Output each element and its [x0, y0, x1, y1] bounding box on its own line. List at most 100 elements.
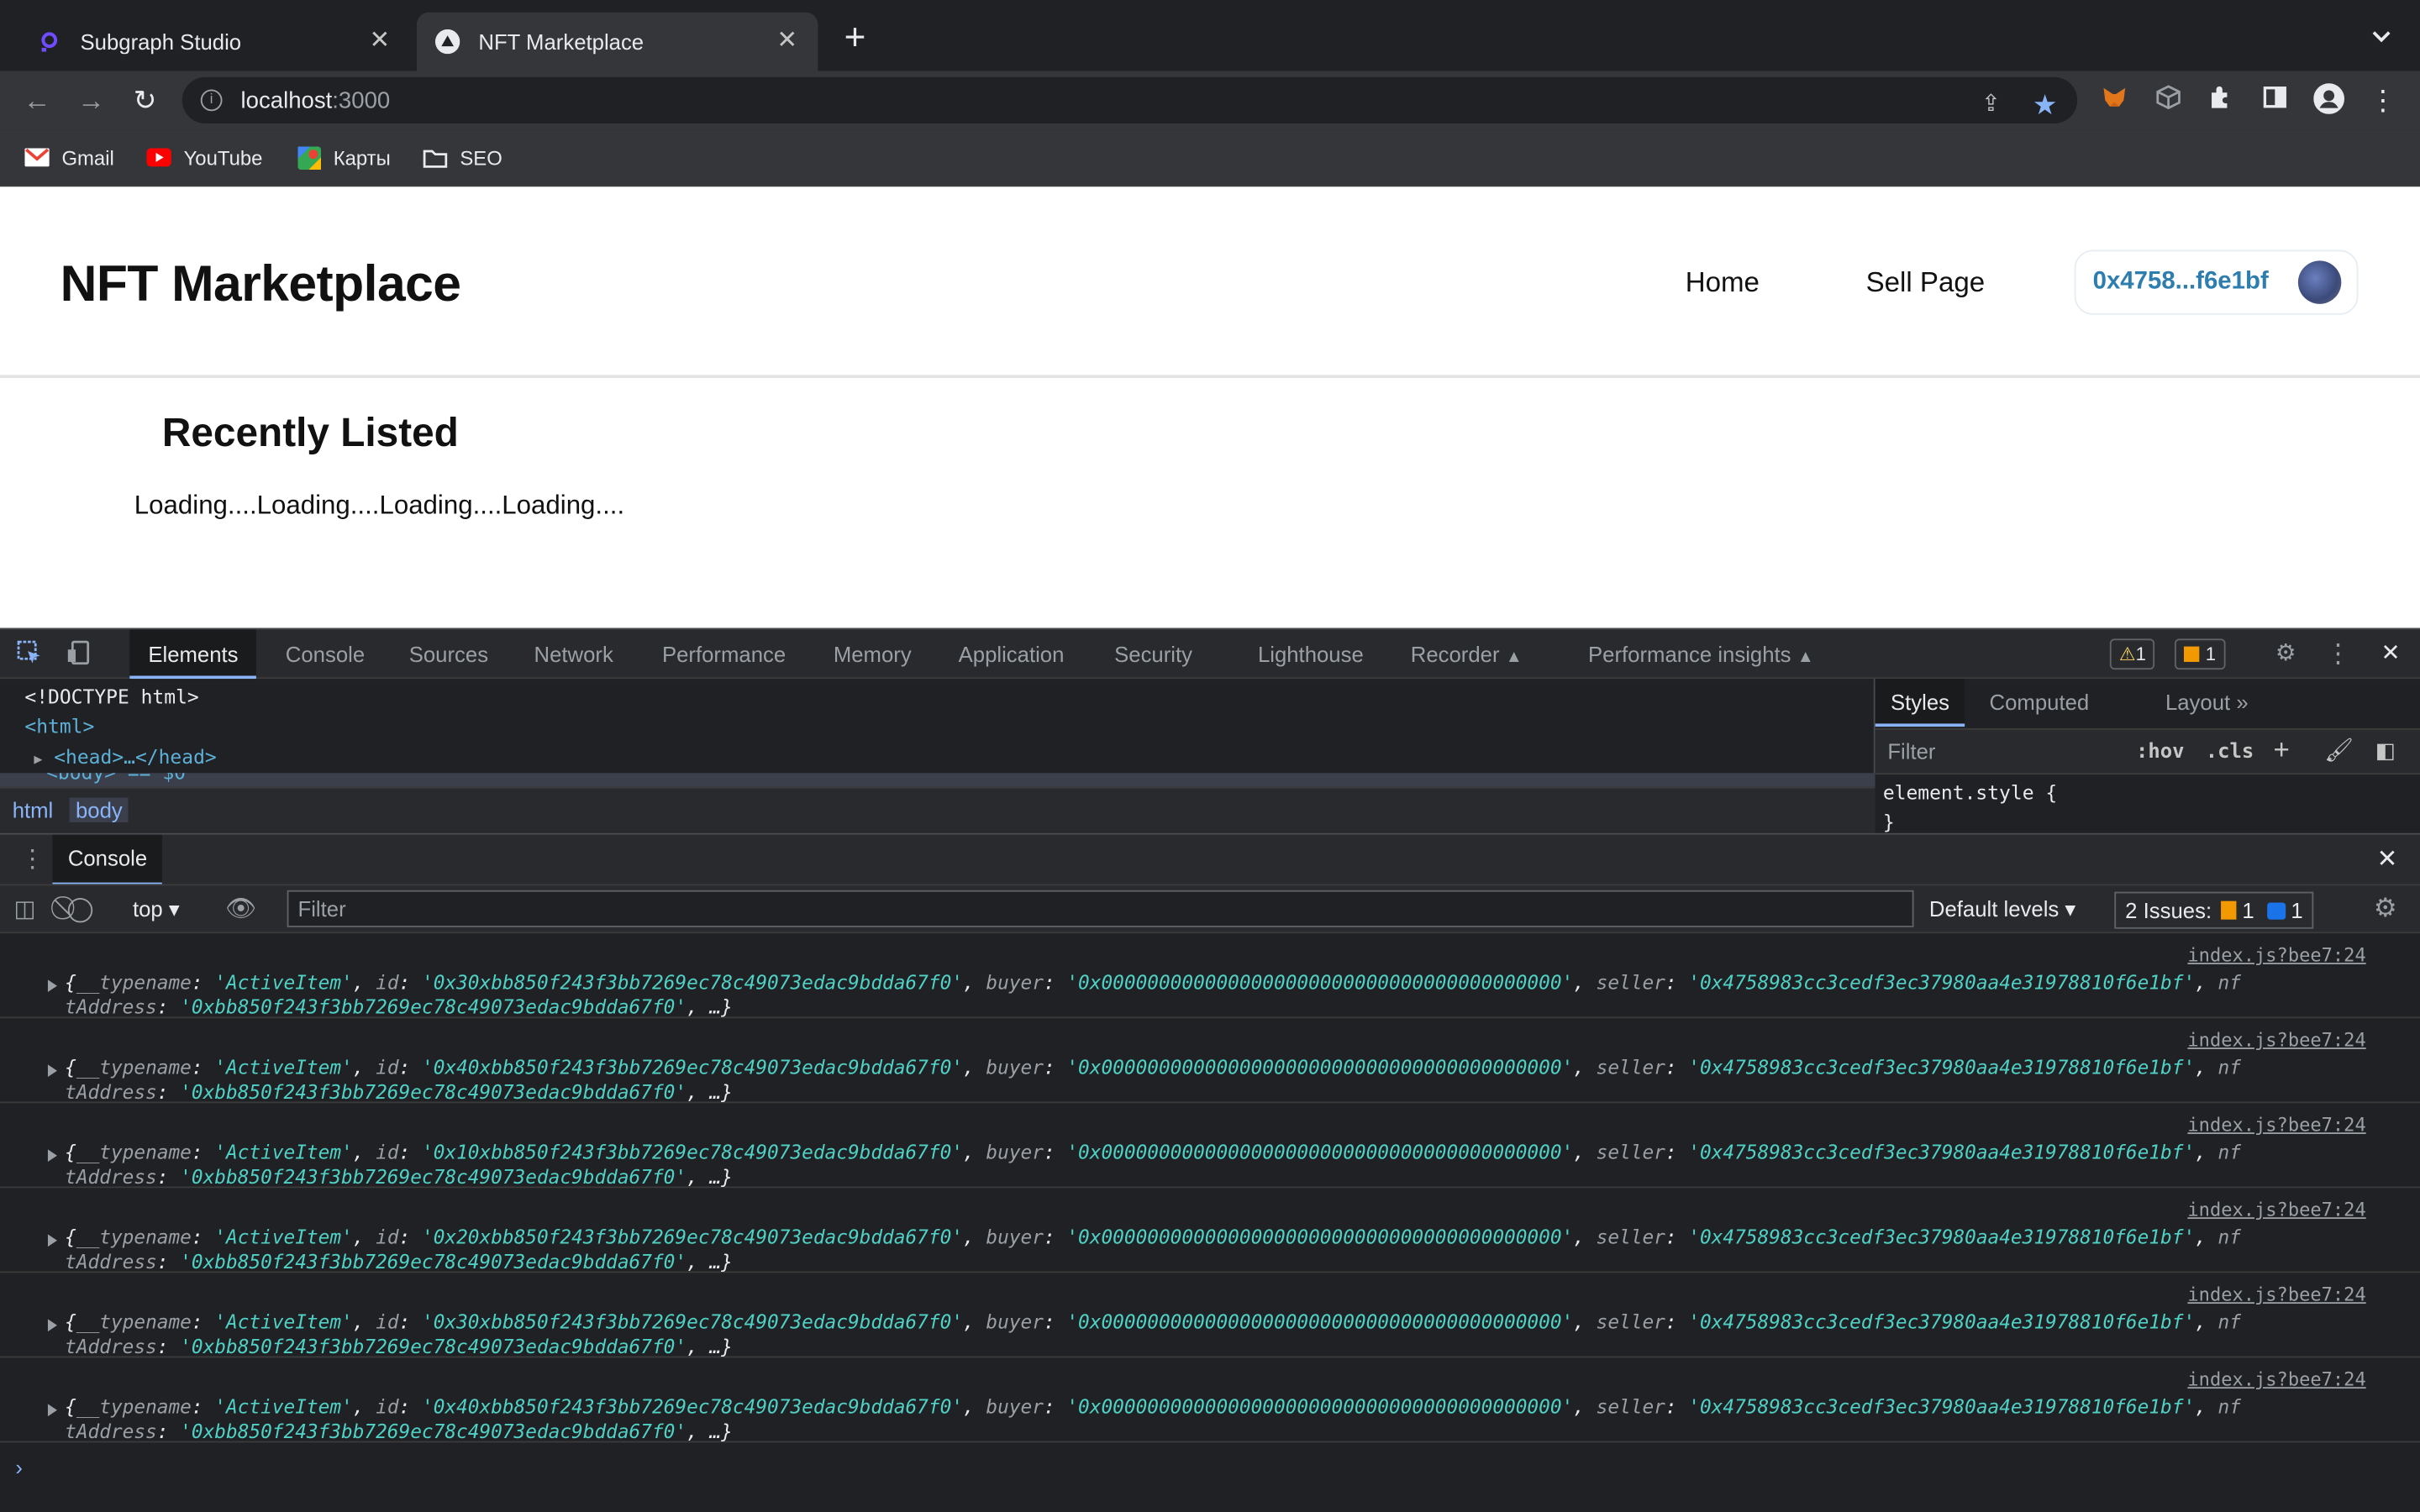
drawer-menu-icon[interactable]: ⋮	[20, 844, 45, 875]
console-log-row[interactable]: index.js?bee7:24 {__typename: 'ActiveIte…	[0, 1018, 2420, 1104]
log-source-link[interactable]: index.js?bee7:24	[2187, 1199, 2365, 1221]
share-icon[interactable]: ⇪	[1975, 90, 2007, 121]
cube-extension-icon[interactable]	[2151, 83, 2185, 117]
issue-info-icon	[2266, 902, 2286, 920]
devtools-menu-icon[interactable]: ⋮	[2321, 638, 2354, 669]
expand-triangle-icon[interactable]: ▶	[34, 753, 42, 768]
dom-line-head[interactable]: ▶ <head>…</head>	[34, 745, 216, 769]
bookmark-youtube[interactable]: YouTube	[146, 142, 262, 173]
connect-wallet-button[interactable]: 0x4758...f6e1bf	[2074, 249, 2359, 315]
expand-triangle-icon[interactable]	[47, 1319, 57, 1332]
back-arrow-icon[interactable]: ←	[20, 83, 54, 117]
close-tab-icon[interactable]: ✕	[367, 29, 392, 54]
bookmark-maps[interactable]: Карты	[297, 142, 391, 173]
address-bar[interactable]: i localhost:3000 ⇪ ★	[182, 76, 2078, 123]
kebab-menu-icon[interactable]: ⋮	[2366, 83, 2400, 117]
close-drawer-icon[interactable]: ✕	[2377, 844, 2398, 875]
tab-computed[interactable]: Computed	[1974, 679, 2104, 727]
drawer-tab-console[interactable]: Console	[52, 834, 163, 886]
breadcrumb-body[interactable]: body	[69, 797, 129, 822]
expand-triangle-icon[interactable]	[47, 1234, 57, 1247]
site-brand[interactable]: NFT Marketplace	[60, 255, 461, 313]
log-source-link[interactable]: index.js?bee7:24	[2187, 1284, 2365, 1305]
context-selector[interactable]: top ▾	[133, 896, 180, 922]
log-levels-dropdown[interactable]: Default levels ▾	[1929, 896, 2075, 922]
expand-triangle-icon[interactable]	[47, 1064, 57, 1078]
tab-console[interactable]: Console	[267, 629, 383, 679]
profile-avatar-icon[interactable]	[2312, 83, 2345, 117]
log-source-link[interactable]: index.js?bee7:24	[2187, 944, 2365, 966]
device-toolbar-icon[interactable]	[63, 638, 97, 669]
inspect-element-icon[interactable]	[13, 638, 46, 669]
console-filter-input[interactable]: Filter	[287, 890, 1914, 927]
tab-application[interactable]: Application	[940, 629, 1083, 679]
log-source-link[interactable]: index.js?bee7:24	[2187, 1114, 2365, 1136]
console-log-row[interactable]: index.js?bee7:24 {__typename: 'ActiveIte…	[0, 1103, 2420, 1189]
issues-counter-button[interactable]: 2 Issues: 1 1	[2114, 891, 2314, 929]
console-log-row[interactable]: index.js?bee7:24 {__typename: 'ActiveIte…	[0, 1273, 2420, 1358]
add-rule-icon[interactable]: +	[2274, 734, 2290, 767]
id-value: 0x40xbb850f243f3bb7269ec78c49073edac9bdd…	[433, 1055, 952, 1079]
log-line-2: tAddress: '0xbb850f243f3bb7269ec78c49073…	[65, 1164, 733, 1189]
tab-network[interactable]: Network	[515, 629, 631, 679]
dom-line-html[interactable]: <html>	[24, 714, 94, 738]
tab-title: Subgraph Studio	[80, 29, 242, 55]
log-source-link[interactable]: index.js?bee7:24	[2187, 1029, 2365, 1051]
log-source-link[interactable]: index.js?bee7:24	[2187, 1368, 2365, 1390]
console-prompt-chevron-icon[interactable]: ›	[15, 1455, 23, 1479]
tab-recorder[interactable]: Recorder ▲	[1392, 629, 1541, 679]
expand-triangle-icon[interactable]	[47, 979, 57, 993]
bookmark-star-icon[interactable]: ★	[2029, 90, 2060, 121]
issues-badge[interactable]: 1	[2174, 638, 2225, 670]
close-devtools-icon[interactable]: ✕	[2374, 638, 2407, 669]
id-value: 0x20xbb850f243f3bb7269ec78c49073edac9bdd…	[433, 1225, 952, 1248]
bookmark-gmail[interactable]: Gmail	[24, 142, 114, 173]
tab-sources[interactable]: Sources	[391, 629, 507, 679]
cls-toggle[interactable]: .cls	[2206, 741, 2254, 764]
tab-styles[interactable]: Styles	[1875, 679, 1965, 727]
nav-home-link[interactable]: Home	[1686, 267, 1760, 300]
eye-icon[interactable]: 👁	[225, 893, 256, 924]
bookmark-label: Gmail	[61, 145, 114, 170]
console-settings-gear-icon[interactable]: ⚙	[2374, 893, 2397, 924]
head-tag: <head>…</head>	[54, 745, 217, 769]
breadcrumb-html[interactable]: html	[6, 798, 59, 822]
bookmark-folder-seo[interactable]: SEO	[423, 142, 502, 173]
tab-memory[interactable]: Memory	[815, 629, 930, 679]
levels-label: Default levels	[1928, 896, 2060, 921]
tab-lighthouse[interactable]: Lighthouse	[1239, 629, 1382, 679]
console-log-row[interactable]: index.js?bee7:24 {__typename: 'ActiveIte…	[0, 1357, 2420, 1443]
tab-subgraph-studio[interactable]: Subgraph Studio ✕	[18, 13, 411, 71]
toggle-sidebar-icon[interactable]: ◧	[2375, 738, 2396, 764]
warnings-count: 1	[2135, 643, 2146, 665]
tab-nft-marketplace[interactable]: NFT Marketplace ✕	[416, 12, 818, 71]
close-tab-icon[interactable]: ✕	[775, 29, 799, 54]
seller-value: '0x4758983cc3cedf3ec37980aa4e31978810f6e…	[1688, 1140, 2196, 1163]
tab-search-chevron-icon[interactable]	[2370, 24, 2392, 49]
sidebar-toggle-icon[interactable]: ◫	[14, 895, 36, 922]
site-info-icon[interactable]: i	[200, 89, 223, 112]
console-log-row[interactable]: index.js?bee7:24 {__typename: 'ActiveIte…	[0, 1188, 2420, 1273]
settings-gear-icon[interactable]: ⚙	[2269, 638, 2302, 669]
styles-filter-input[interactable]: Filter	[1887, 739, 2111, 764]
nav-sell-page-link[interactable]: Sell Page	[1866, 267, 1986, 300]
console-log-row[interactable]: index.js?bee7:24 {__typename: 'ActiveIte…	[0, 933, 2420, 1019]
more-tabs-chevron-icon[interactable]: »	[2221, 679, 2264, 727]
new-tab-button[interactable]: +	[837, 19, 874, 59]
forward-arrow-icon[interactable]: →	[74, 83, 108, 117]
tab-performance-insights[interactable]: Performance insights ▲	[1570, 629, 1833, 679]
side-panel-icon[interactable]	[2258, 83, 2291, 117]
metamask-extension-icon[interactable]	[2097, 83, 2131, 117]
expand-triangle-icon[interactable]	[47, 1404, 57, 1417]
hov-toggle[interactable]: :hov	[2136, 741, 2185, 764]
id-value: 0x10xbb850f243f3bb7269ec78c49073edac9bdd…	[433, 1140, 952, 1163]
warnings-badge[interactable]: ⚠1	[2109, 638, 2155, 670]
dom-line-doctype[interactable]: <!DOCTYPE html>	[24, 685, 198, 709]
expand-triangle-icon[interactable]	[47, 1149, 57, 1163]
puzzle-extensions-icon[interactable]	[2204, 83, 2238, 117]
reload-icon[interactable]: ↻	[128, 83, 161, 117]
tab-security[interactable]: Security	[1096, 629, 1211, 679]
tab-performance[interactable]: Performance	[644, 629, 804, 679]
paint-roller-icon[interactable]: 🖌	[2324, 736, 2354, 764]
tab-elements[interactable]: Elements	[129, 629, 257, 680]
